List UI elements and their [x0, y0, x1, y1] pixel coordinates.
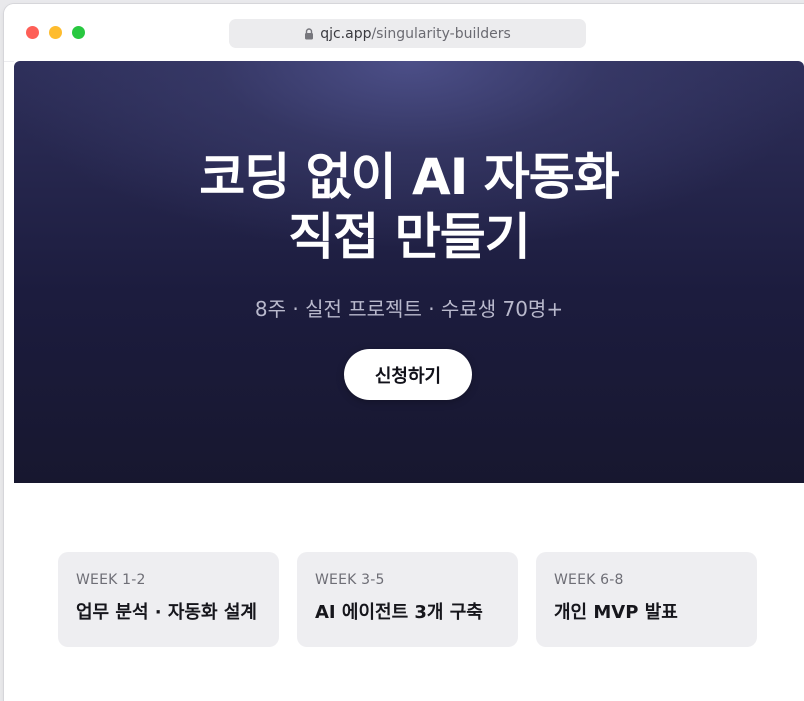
lock-icon	[304, 28, 314, 40]
card-title: 업무 분석 · 자동화 설계	[76, 602, 257, 623]
browser-titlebar: qjc.app/singularity-builders	[4, 4, 804, 62]
curriculum-cards: WEEK 1-2 업무 분석 · 자동화 설계 WEEK 3-5 AI 에이전트…	[14, 552, 804, 647]
card-week-label: WEEK 1-2	[76, 572, 146, 588]
curriculum-card: WEEK 6-8 개인 MVP 발표	[536, 552, 757, 647]
apply-button[interactable]: 신청하기	[344, 349, 472, 400]
card-week-label: WEEK 6-8	[554, 572, 624, 588]
url-domain: qjc.app	[320, 25, 372, 42]
url-text: qjc.app/singularity-builders	[320, 26, 511, 42]
url-path: /singularity-builders	[371, 25, 511, 42]
curriculum-card: WEEK 3-5 AI 에이전트 3개 구축	[297, 552, 518, 647]
maximize-window-button[interactable]	[72, 26, 85, 39]
minimize-window-button[interactable]	[49, 26, 62, 39]
page-content: 코딩 없이 AI 자동화 직접 만들기 8주 · 실전 프로젝트 · 수료생 7…	[14, 61, 804, 701]
card-title: 개인 MVP 발표	[554, 602, 678, 623]
close-window-button[interactable]	[26, 26, 39, 39]
hero-section: 코딩 없이 AI 자동화 직접 만들기 8주 · 실전 프로젝트 · 수료생 7…	[14, 61, 804, 483]
hero-title-line-1: 코딩 없이 AI 자동화	[199, 148, 620, 206]
browser-window: qjc.app/singularity-builders 코딩 없이 AI 자동…	[4, 4, 804, 701]
address-bar[interactable]: qjc.app/singularity-builders	[229, 19, 586, 48]
hero-title: 코딩 없이 AI 자동화 직접 만들기	[14, 147, 804, 267]
curriculum-card: WEEK 1-2 업무 분석 · 자동화 설계	[58, 552, 279, 647]
card-week-label: WEEK 3-5	[315, 572, 385, 588]
card-title: AI 에이전트 3개 구축	[315, 602, 483, 623]
hero-title-line-2: 직접 만들기	[288, 208, 530, 266]
hero-subtitle: 8주 · 실전 프로젝트 · 수료생 70명+	[254, 297, 564, 321]
